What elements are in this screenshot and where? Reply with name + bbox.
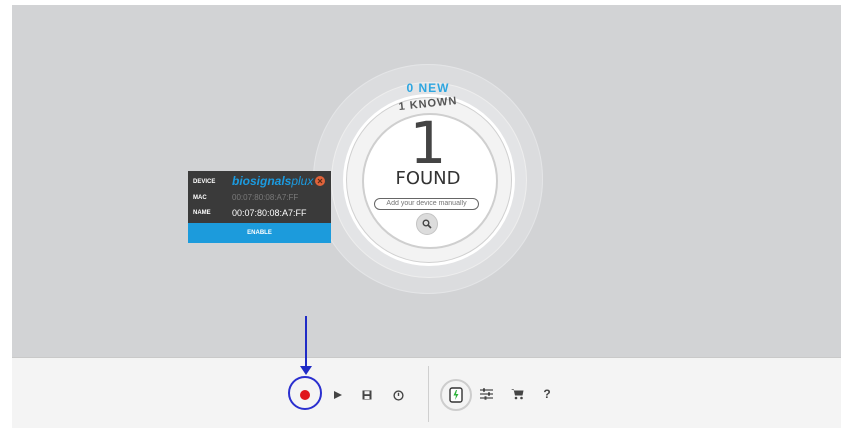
sliders-icon — [479, 388, 493, 400]
annotation-arrow-head — [300, 366, 312, 375]
power-button[interactable] — [390, 387, 406, 403]
brand-logo: biosignalsplux — [232, 174, 313, 188]
mac-label: MAC — [193, 195, 207, 201]
settings-button[interactable] — [478, 386, 494, 402]
close-icon — [317, 178, 323, 184]
help-icon: ? — [543, 387, 551, 401]
store-button[interactable] — [509, 386, 525, 402]
close-button[interactable] — [315, 176, 325, 186]
bottom-toolbar — [12, 357, 841, 428]
device-manager-button[interactable] — [440, 379, 472, 411]
device-icon — [449, 387, 463, 403]
toolbar-divider — [428, 366, 429, 422]
save-icon — [362, 390, 372, 400]
brand-name: biosignals — [232, 174, 292, 188]
name-value: 00:07:80:08:A7:FF — [232, 208, 307, 218]
found-count: 1 — [409, 109, 447, 177]
device-label: DEVICE — [193, 179, 216, 185]
help-button[interactable]: ? — [539, 385, 555, 403]
enable-button[interactable]: ENABLE — [188, 223, 331, 243]
found-label: FOUND — [395, 168, 461, 189]
play-icon — [334, 391, 342, 399]
mac-value: 00:07:80:08:A7:FF — [232, 193, 299, 202]
brand-suffix: plux — [291, 174, 314, 188]
manual-device-input[interactable] — [374, 198, 479, 210]
play-button[interactable] — [331, 388, 345, 402]
device-card[interactable]: DEVICE biosignalsplux MAC 00:07:80:08:A7… — [188, 171, 331, 243]
new-devices-label: 0 NEW — [406, 81, 450, 95]
search-button[interactable] — [416, 213, 438, 235]
cart-icon — [510, 389, 523, 400]
power-icon — [392, 389, 404, 401]
annotation-arrow — [305, 316, 307, 368]
search-icon — [422, 219, 432, 229]
annotation-highlight-circle — [288, 376, 322, 410]
save-button[interactable] — [360, 388, 374, 402]
name-label: NAME — [193, 210, 211, 216]
